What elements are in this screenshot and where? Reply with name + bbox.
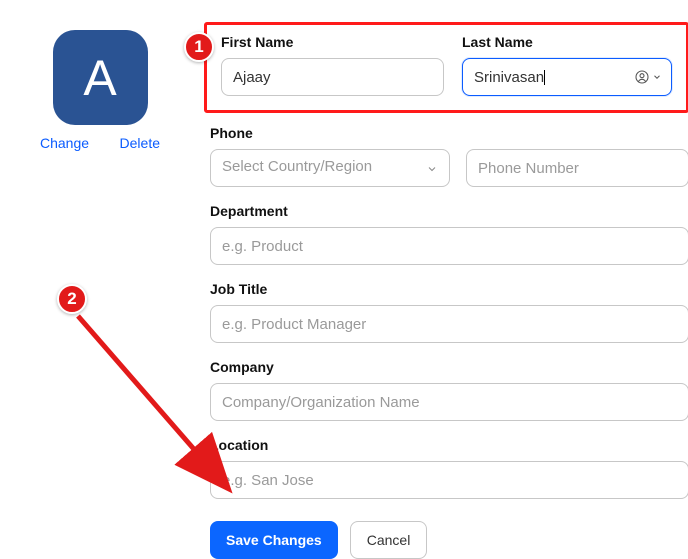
chevron-down-icon — [426, 162, 438, 174]
first-name-input[interactable] — [221, 58, 444, 96]
cancel-button[interactable]: Cancel — [350, 521, 428, 559]
last-name-value: Srinivasan — [474, 69, 544, 86]
company-label: Company — [210, 359, 688, 375]
first-name-label: First Name — [221, 34, 444, 50]
delete-avatar-link[interactable]: Delete — [120, 135, 160, 151]
job-title-input[interactable] — [210, 305, 688, 343]
phone-label: Phone — [210, 125, 688, 141]
name-highlight: First Name Last Name Srinivasan — [204, 22, 688, 113]
last-name-label: Last Name — [462, 34, 672, 50]
annotation-badge-1: 1 — [184, 32, 214, 62]
country-select[interactable]: Select Country/Region — [210, 149, 450, 187]
department-input[interactable] — [210, 227, 688, 265]
annotation-badge-2: 2 — [57, 284, 87, 314]
avatar-initial: A — [83, 49, 116, 107]
location-label: Location — [210, 437, 688, 453]
avatar[interactable]: A — [53, 30, 148, 125]
save-button[interactable]: Save Changes — [210, 521, 338, 559]
text-cursor — [544, 70, 545, 85]
phone-number-input[interactable] — [466, 149, 688, 187]
contact-picker-icon[interactable] — [634, 69, 662, 85]
company-input[interactable] — [210, 383, 688, 421]
country-placeholder: Select Country/Region — [222, 158, 372, 175]
change-avatar-link[interactable]: Change — [40, 135, 89, 151]
location-input[interactable] — [210, 461, 688, 499]
department-label: Department — [210, 203, 688, 219]
job-title-label: Job Title — [210, 281, 688, 297]
